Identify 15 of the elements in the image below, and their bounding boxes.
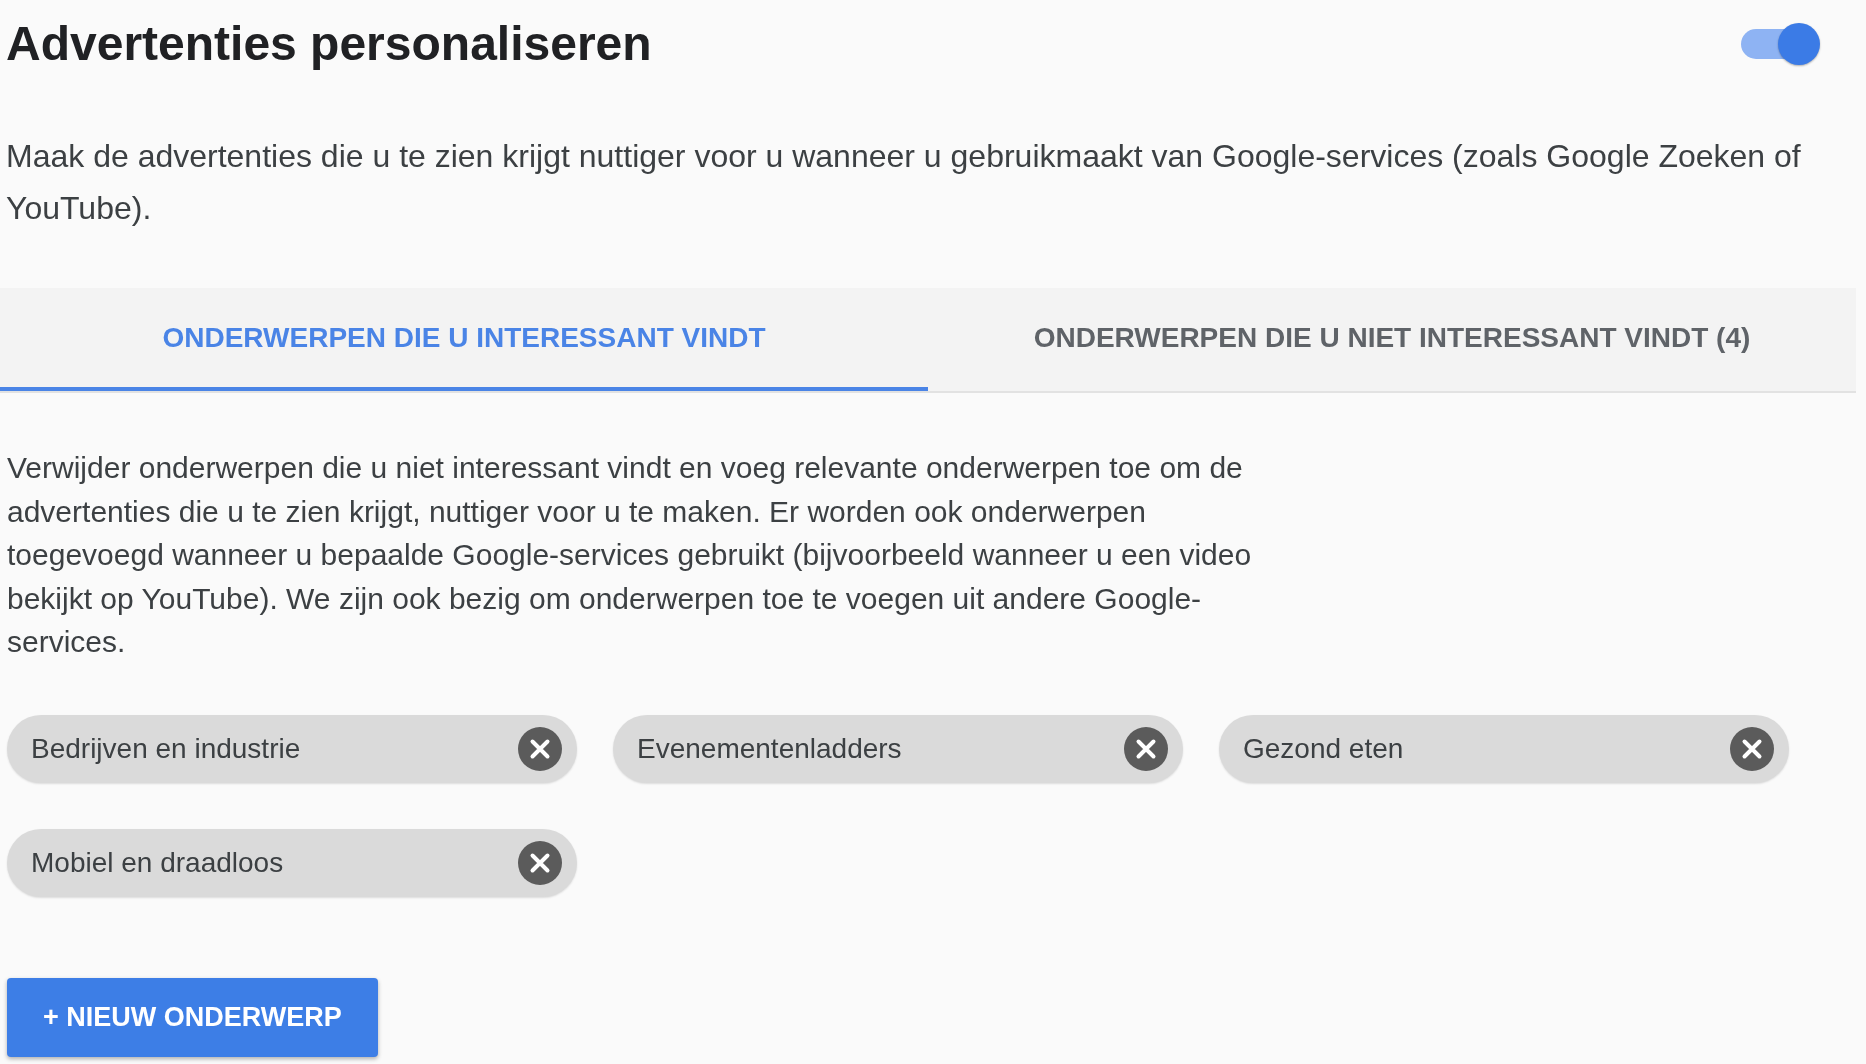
- topic-label: Evenementenladders: [637, 732, 902, 765]
- close-icon[interactable]: [1730, 726, 1774, 771]
- add-topic-button[interactable]: + NIEUW ONDERWERP: [7, 977, 378, 1057]
- tab[interactable]: ONDERWERPEN DIE U INTERESSANT VINDT: [0, 288, 928, 391]
- toggle-switch[interactable]: [1741, 22, 1821, 66]
- topics-description: Verwijder onderwerpen die u niet interessant vindt en voeg relevante onderwerpen toe om de advertenties die u te zien krijgt, nuttiger voor u te maken. Er worden ook onderwerpen toegevoegd wanneer u bepaalde Google-services gebruikt (bijvoorbeeld wanneer u een video bekijkt op YouTube). We zijn ook bezig om onderwerpen toe te voegen uit andere Google-services.: [7, 450, 1253, 660]
- tab[interactable]: ONDERWERPEN DIE U NIET INTERESSANT VINDT (4): [928, 288, 1856, 391]
- close-icon[interactable]: [518, 840, 562, 885]
- topic-label: Mobiel en draadloos: [31, 846, 284, 879]
- close-icon[interactable]: [1124, 726, 1168, 771]
- topic-label: Gezond eten: [1243, 732, 1404, 765]
- page-title: Advertenties personaliseren: [6, 16, 652, 72]
- close-icon[interactable]: [518, 726, 562, 771]
- topic-label: Bedrijven en industrie: [31, 732, 301, 765]
- description-text: Maak de advertenties die u te zien krijgt nuttiger voor u wanneer u gebruikmaakt van Google-services (zoals Google Zoeken of YouTube).: [5, 137, 1802, 228]
